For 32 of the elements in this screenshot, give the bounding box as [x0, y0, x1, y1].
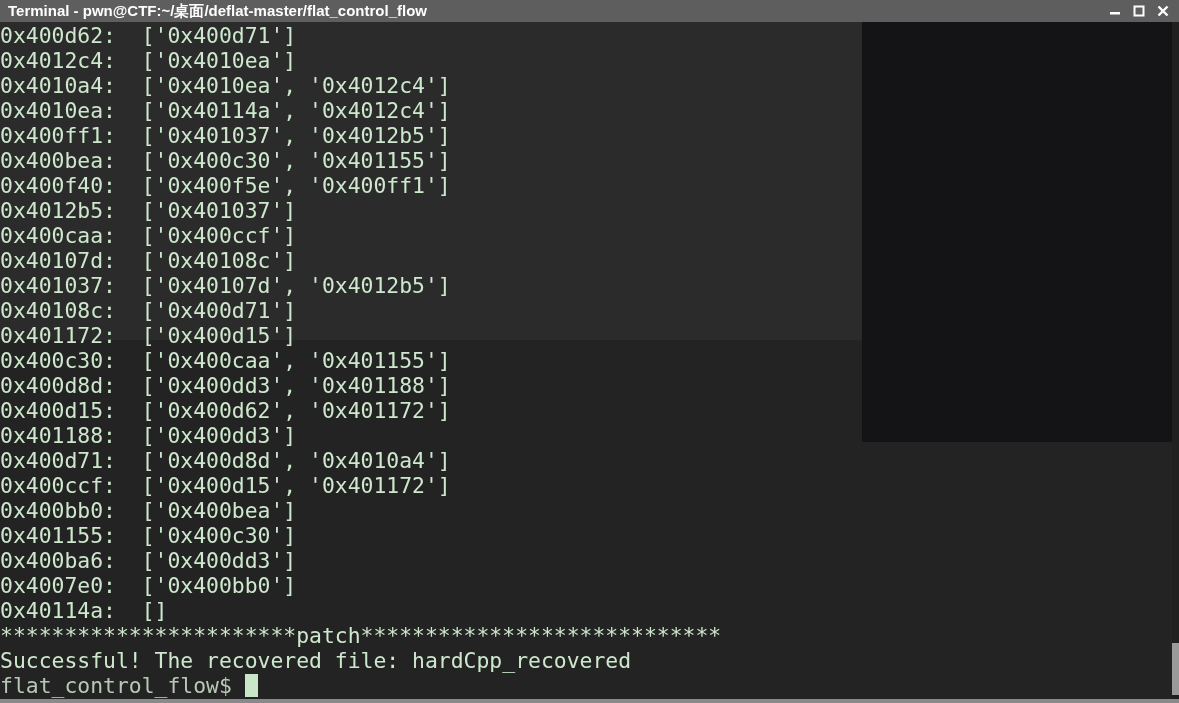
output-line: 0x400d8d: ['0x400dd3', '0x401188']: [0, 373, 452, 398]
output-line: 0x4012c4: ['0x4010ea']: [0, 48, 298, 73]
output-line: 0x400bb0: ['0x400bea']: [0, 498, 298, 523]
output-line: 0x401037: ['0x40107d', '0x4012b5']: [0, 273, 452, 298]
output-line: 0x4010ea: ['0x40114a', '0x4012c4']: [0, 98, 452, 123]
output-line: Successful! The recovered file: hardCpp_recovered: [0, 648, 633, 673]
output-line: ***********************patch****************************: [0, 623, 723, 648]
text-cursor: [244, 674, 258, 697]
output-line: 0x400f40: ['0x400f5e', '0x400ff1']: [0, 173, 452, 198]
output-line: 0x400d15: ['0x400d62', '0x401172']: [0, 398, 452, 423]
output-line: 0x4010a4: ['0x4010ea', '0x4012c4']: [0, 73, 452, 98]
output-line: 0x400caa: ['0x400ccf']: [0, 223, 298, 248]
close-icon[interactable]: [1157, 5, 1169, 17]
output-line: 0x401172: ['0x400d15']: [0, 323, 298, 348]
output-line: 0x400d62: ['0x400d71']: [0, 23, 298, 48]
output-line: 0x4012b5: ['0x401037']: [0, 198, 298, 223]
output-line: 0x400ccf: ['0x400d15', '0x401172']: [0, 473, 452, 498]
output-line: 0x400d71: ['0x400d8d', '0x4010a4']: [0, 448, 452, 473]
shell-prompt: flat_control_flow$: [0, 673, 232, 698]
output-line: 0x400c30: ['0x400caa', '0x401155']: [0, 348, 452, 373]
output-line: 0x400ff1: ['0x401037', '0x4012b5']: [0, 123, 452, 148]
window-title: Terminal - pwn@CTF:~/桌面/deflat-master/flat_control_flow: [8, 1, 427, 21]
output-line: 0x400ba6: ['0x400dd3']: [0, 548, 298, 573]
output-line: 0x401188: ['0x400dd3']: [0, 423, 298, 448]
output-line: 0x401155: ['0x400c30']: [0, 523, 298, 548]
output-line: 0x4007e0: ['0x400bb0']: [0, 573, 298, 598]
output-line: 0x40107d: ['0x40108c']: [0, 248, 298, 273]
output-line: 0x40108c: ['0x400d71']: [0, 298, 298, 323]
output-line: 0x400bea: ['0x400c30', '0x401155']: [0, 148, 452, 173]
output-line: 0x40114a: []: [0, 598, 169, 623]
scrollbar-thumb[interactable]: [1172, 643, 1179, 695]
maximize-icon[interactable]: [1133, 5, 1145, 17]
